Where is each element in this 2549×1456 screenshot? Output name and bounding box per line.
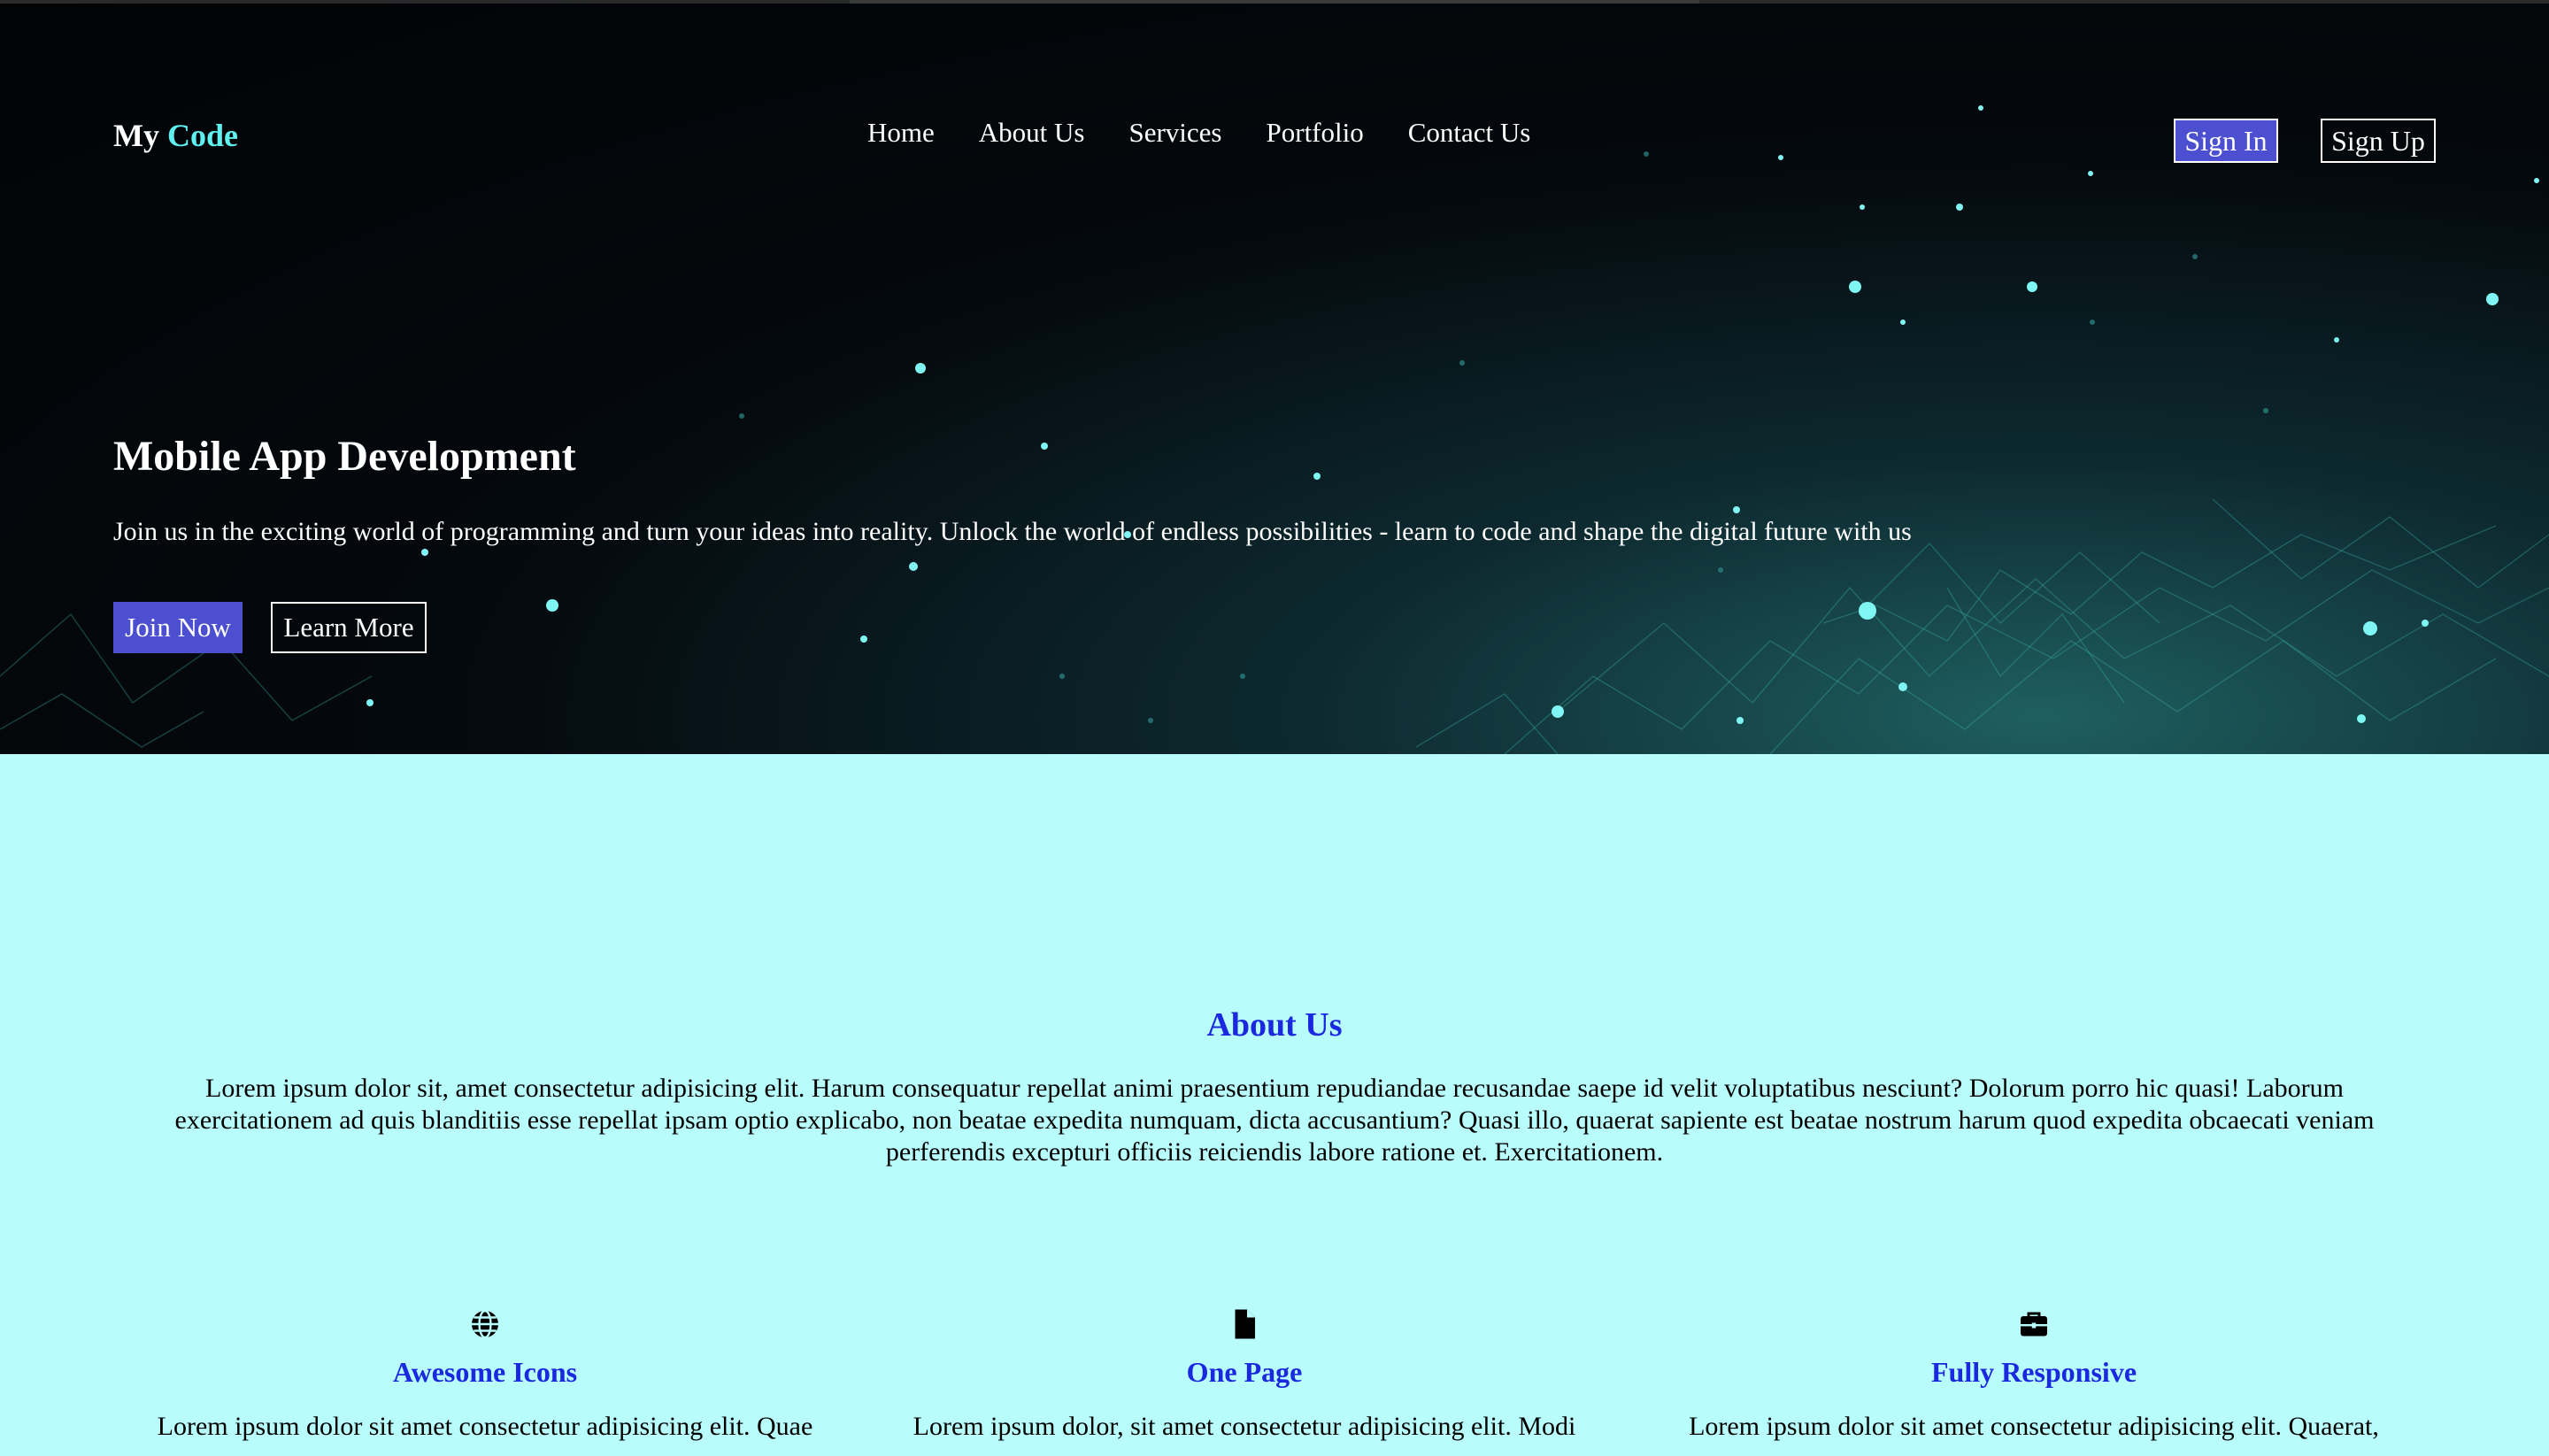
feature-card-fully-responsive: Fully Responsive Lorem ipsum dolor sit a… xyxy=(1653,1308,2414,1442)
brand-name-accent: Code xyxy=(166,118,238,153)
about-title: About Us xyxy=(1206,1006,1343,1044)
feature-text: Lorem ipsum dolor sit amet consectetur a… xyxy=(157,1412,813,1441)
brand-logo[interactable]: My Code xyxy=(113,117,238,154)
about-section: About Us Lorem ipsum dolor sit, amet con… xyxy=(0,754,2549,1456)
feature-text: Lorem ipsum dolor, sit amet consectetur … xyxy=(913,1412,1576,1441)
brand-name-first: My xyxy=(113,118,159,153)
feature-card-awesome-icons: Awesome Icons Lorem ipsum dolor sit amet… xyxy=(104,1308,866,1442)
hero-section: My Code Home About Us Services Portfolio… xyxy=(0,4,2549,754)
sign-in-button[interactable]: Sign In xyxy=(2174,119,2278,163)
join-now-button[interactable]: Join Now xyxy=(113,602,243,653)
hero-text: Join us in the exciting world of program… xyxy=(113,517,1912,546)
feature-title: Awesome Icons xyxy=(392,1356,578,1388)
nav-link-portfolio[interactable]: Portfolio xyxy=(1267,117,1364,149)
nav-link-contact-us[interactable]: Contact Us xyxy=(1408,117,1531,149)
file-icon xyxy=(1235,1309,1255,1339)
feature-title: Fully Responsive xyxy=(1930,1356,2137,1388)
feature-title: One Page xyxy=(1186,1356,1303,1388)
nav-link-home[interactable]: Home xyxy=(867,117,935,149)
toolbox-icon xyxy=(2021,1312,2047,1337)
sign-up-button[interactable]: Sign Up xyxy=(2321,119,2436,163)
about-text: Lorem ipsum dolor sit, amet consectetur … xyxy=(174,1074,2375,1167)
main-nav: Home About Us Services Portfolio Contact… xyxy=(867,117,1575,149)
feature-card-one-page: One Page Lorem ipsum dolor, sit amet con… xyxy=(864,1308,1625,1442)
hero-title: Mobile App Development xyxy=(113,433,576,480)
globe-icon xyxy=(472,1309,498,1339)
feature-text: Lorem ipsum dolor sit amet consectetur a… xyxy=(1689,1412,2379,1441)
nav-link-about-us[interactable]: About Us xyxy=(979,117,1085,149)
learn-more-button[interactable]: Learn More xyxy=(271,602,427,653)
nav-link-services[interactable]: Services xyxy=(1128,117,1221,149)
